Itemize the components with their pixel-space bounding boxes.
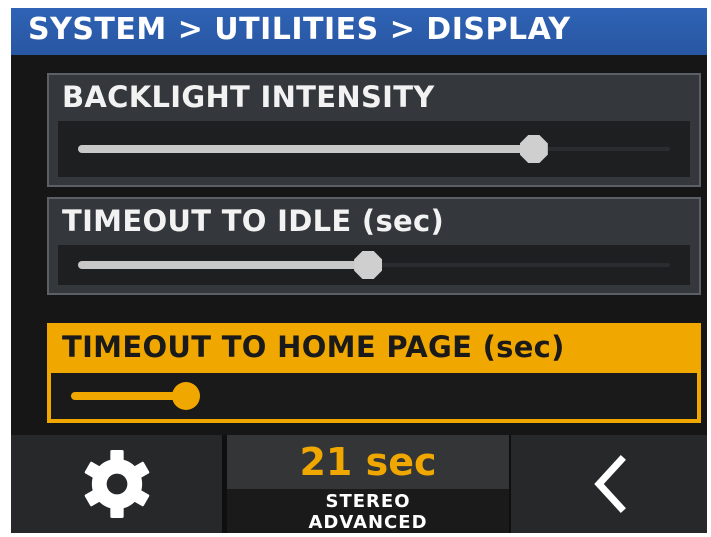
- slider-knob[interactable]: [172, 382, 201, 410]
- breadcrumb: SYSTEM > UTILITIES > DISPLAY: [11, 8, 707, 55]
- timeout-to-home-page-track-area: [51, 373, 697, 419]
- status-value-box: 21 sec: [227, 435, 509, 489]
- timeout-to-idle-slider[interactable]: [78, 251, 670, 279]
- breadcrumb-text: SYSTEM > UTILITIES > DISPLAY: [28, 12, 571, 47]
- timeout-to-idle-track-area: [58, 245, 690, 285]
- gear-icon: [84, 449, 149, 519]
- timeout-to-idle-panel[interactable]: TIMEOUT TO IDLE (sec): [47, 197, 701, 295]
- timeout-to-home-page-label: TIMEOUT TO HOME PAGE (sec): [62, 330, 565, 364]
- chevron-left-icon: [594, 455, 626, 513]
- backlight-intensity-panel[interactable]: BACKLIGHT INTENSITY: [47, 73, 701, 187]
- backlight-intensity-track-area: [58, 121, 690, 177]
- back-button[interactable]: [511, 435, 707, 533]
- slider-fill: [78, 261, 369, 269]
- backlight-intensity-slider[interactable]: [78, 135, 670, 163]
- backlight-intensity-label: BACKLIGHT INTENSITY: [62, 80, 435, 114]
- bottom-bar: 21 sec STEREO ADVANCED: [11, 435, 707, 533]
- slider-knob[interactable]: [519, 135, 548, 163]
- status-line-2: ADVANCED: [308, 512, 428, 533]
- slider-fill: [78, 145, 534, 153]
- timeout-to-home-page-panel[interactable]: TIMEOUT TO HOME PAGE (sec): [47, 323, 701, 423]
- status-line-1: STEREO: [325, 491, 411, 512]
- settings-button[interactable]: [11, 435, 224, 533]
- slider-knob[interactable]: [354, 251, 383, 279]
- slider-fill: [71, 392, 187, 400]
- status-value: 21 sec: [299, 440, 437, 484]
- device-screen: SYSTEM > UTILITIES > DISPLAY BACKLIGHT I…: [11, 8, 707, 533]
- timeout-to-idle-label: TIMEOUT TO IDLE (sec): [62, 204, 445, 238]
- status-display: 21 sec STEREO ADVANCED: [227, 435, 509, 533]
- timeout-to-home-page-slider[interactable]: [71, 382, 677, 410]
